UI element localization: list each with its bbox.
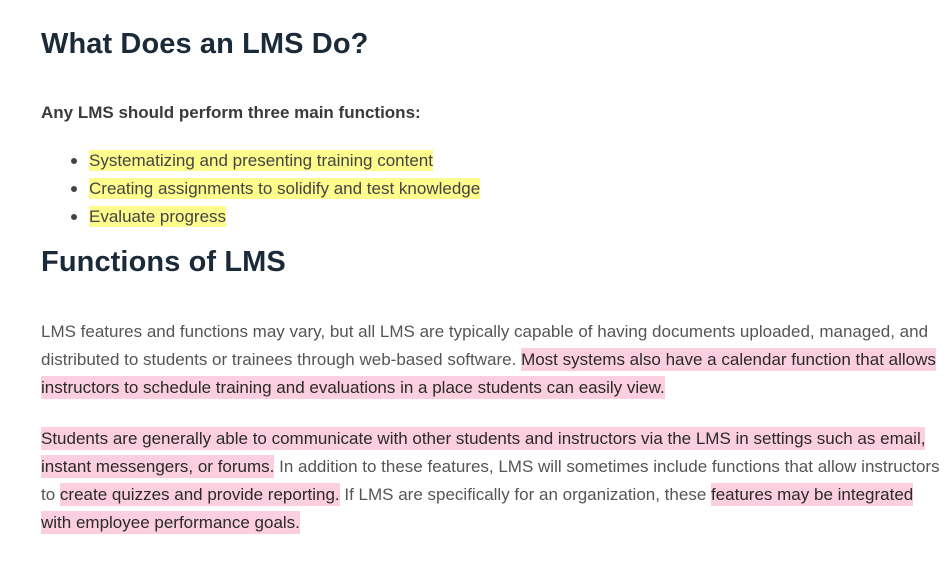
list-item: Systematizing and presenting training co… [71, 147, 941, 175]
paragraph-features: LMS features and functions may vary, but… [41, 318, 941, 402]
section-heading-functions-of-lms: Functions of LMS [41, 246, 286, 278]
highlighted-function-text: Creating assignments to solidify and tes… [89, 178, 481, 199]
highlighted-text: create quizzes and provide reporting. [59, 483, 340, 506]
paragraph-communication: Students are generally able to communica… [41, 425, 941, 537]
bullet-icon [71, 186, 77, 192]
bullet-icon [71, 214, 77, 220]
bullet-icon [71, 158, 77, 164]
list-item: Creating assignments to solidify and tes… [71, 175, 941, 203]
article-content: What Does an LMS Do? Any LMS should perf… [41, 0, 941, 537]
functions-intro: Any LMS should perform three main functi… [41, 103, 421, 122]
main-functions-list: Systematizing and presenting training co… [41, 147, 941, 231]
highlighted-function-text: Evaluate progress [89, 206, 227, 227]
section-heading-what-does-lms-do: What Does an LMS Do? [41, 28, 369, 60]
list-item: Evaluate progress [71, 203, 941, 231]
highlighted-function-text: Systematizing and presenting training co… [89, 150, 433, 171]
paragraph-text: If LMS are specifically for an organizat… [339, 485, 711, 504]
